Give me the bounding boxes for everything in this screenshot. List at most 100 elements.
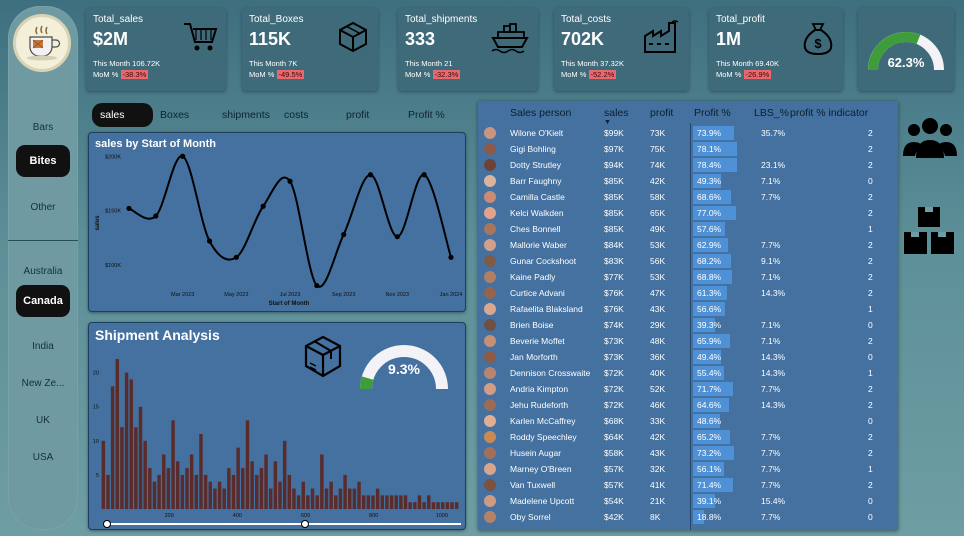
tab-profit[interactable]: profit [346,103,369,127]
cell-indicator: 0 [868,416,873,426]
cell-profit: 42K [650,432,666,442]
table-row[interactable]: Andria Kimpton $72K 52K 71.7% 7.7% 2 [478,381,898,397]
table-row[interactable]: Camilla Castle $85K 58K 68.6% 7.7% 2 [478,189,898,205]
cell-profit: 36K [650,352,666,362]
cell-sales: $74K [604,320,624,330]
table-row[interactable]: Dotty Strutley $94K 74K 78.4% 23.1% 2 [478,157,898,173]
table-row[interactable]: Oby Sorrel $42K 8K 18.8% 7.7% 0 [478,509,898,525]
y-tick-label: 15 [93,405,99,411]
shipment-bar [213,488,217,509]
header-sales[interactable]: sales [604,107,629,119]
table-row[interactable]: Barr Faughny $85K 42K 49.3% 7.1% 0 [478,173,898,189]
country-australia[interactable]: Australia [8,258,78,284]
shipment-bar [148,468,152,509]
cell-sales: $94K [604,160,624,170]
cell-profit: 21K [650,496,666,506]
header-sales-person[interactable]: Sales person [510,107,571,119]
country-usa[interactable]: USA [8,444,78,470]
sales-line-point [260,203,266,209]
sales-line-chart: $200K $150K $100K Mar 2023 May 2023 Jul 2023 S… [95,153,462,307]
table-row[interactable]: Beverie Moffet $73K 48K 65.9% 7.1% 2 [478,333,898,349]
tab-boxes[interactable]: Boxes [160,103,189,127]
cell-lbs-pct: 35.7% [761,128,786,138]
shipment-bar [124,372,129,509]
range-slider-handle-min[interactable] [103,520,111,528]
cell-indicator: 0 [868,352,873,362]
profit-gauge [868,32,944,71]
x-tick-label: May 2023 [224,292,248,298]
table-row[interactable]: Kelci Walkden $85K 65K 77.0% 2 [478,205,898,221]
table-row[interactable]: Gigi Bohling $97K 75K 78.1% 2 [478,141,898,157]
country-uk[interactable]: UK [8,407,78,433]
shipment-bar [385,495,389,509]
table-row[interactable]: Curtice Advani $76K 47K 61.3% 14.3% 2 [478,285,898,301]
country-india[interactable]: India [8,333,78,359]
shipment-bar [120,427,124,509]
table-row[interactable]: Roddy Speechley $64K 42K 65.2% 7.7% 2 [478,429,898,445]
table-row[interactable]: Madelene Upcott $54K 21K 39.1% 15.4% 0 [478,493,898,509]
avatar [484,223,496,235]
side-button-bars[interactable]: Bars [8,114,78,140]
money-bag-icon: $ [801,20,835,61]
tab-profit-pct[interactable]: Profit % [408,103,445,127]
cell-indicator: 2 [868,336,873,346]
shipment-bar [352,488,357,509]
table-row[interactable]: Karlen McCaffrey $68K 33K 48.6% 0 [478,413,898,429]
tab-costs[interactable]: costs [284,103,309,127]
country-new-zealand[interactable]: New Ze... [8,370,78,396]
cell-lbs-pct: 7.7% [761,432,781,442]
cell-lbs-pct: 7.7% [761,192,781,202]
header-profit[interactable]: profit [650,107,673,119]
kpi-mom: MoM % -52.2% [561,70,617,79]
sales-line-point [287,178,293,184]
header-profit-pct[interactable]: Profit % [694,107,731,119]
table-row[interactable]: Rafaelita Blaksland $76K 43K 56.6% 1 [478,301,898,317]
table-row[interactable]: Dennison Crosswaite $72K 40K 55.4% 14.3%… [478,365,898,381]
cell-profit: 42K [650,176,666,186]
shipment-bar [413,502,417,509]
sales-line-point [153,213,159,219]
header-lbs-pct[interactable]: LBS_% [754,107,789,119]
country-canada[interactable]: Canada [16,285,70,317]
cell-profit-pct: 55.4% [697,368,722,378]
table-row[interactable]: Gunar Cockshoot $83K 56K 68.2% 9.1% 2 [478,253,898,269]
shipment-bar [399,495,403,509]
avatar [484,511,496,523]
table-row[interactable]: Jehu Rudeforth $72K 46K 64.6% 14.3% 2 [478,397,898,413]
table-row[interactable]: Mallorie Waber $84K 53K 62.9% 7.7% 2 [478,237,898,253]
table-row[interactable]: Husein Augar $58K 43K 73.2% 7.7% 2 [478,445,898,461]
cell-sales: $72K [604,368,624,378]
y-tick-label: 5 [96,473,99,479]
range-slider-handle-max[interactable] [301,520,309,528]
table-row[interactable]: Brien Boise $74K 29K 39.3% 7.1% 0 [478,317,898,333]
table-row[interactable]: Ches Bonnell $85K 49K 57.6% 1 [478,221,898,237]
shipment-bar [324,488,329,509]
shipment-bar [255,474,259,509]
people-icon [903,116,957,165]
side-button-bites[interactable]: Bites [16,145,70,177]
shipment-bar [329,481,333,509]
table-row[interactable]: Marney O'Breen $57K 32K 56.1% 7.7% 1 [478,461,898,477]
profit-gauge-label: 62.3% [887,55,925,70]
avatar [484,239,496,251]
table-row[interactable]: Kaine Padly $77K 53K 68.8% 7.1% 2 [478,269,898,285]
cell-profit: 65K [650,208,666,218]
table-row[interactable]: Jan Morforth $73K 36K 49.4% 14.3% 0 [478,349,898,365]
cell-profit: 49K [650,224,666,234]
cell-indicator: 2 [868,400,873,410]
shipment-bar [287,474,292,509]
shipment-bar [222,488,226,509]
avatar [484,143,496,155]
tab-shipments[interactable]: shipments [222,103,270,127]
cell-lbs-pct: 7.7% [761,464,781,474]
table-row[interactable]: Wilone O'Kielt $99K 73K 73.9% 35.7% 2 [478,125,898,141]
x-tick-label: 1000 [436,513,448,519]
header-profit-indicator[interactable]: profit % indicator [790,107,868,119]
table-row[interactable]: Van Tuxwell $57K 41K 71.4% 7.7% 2 [478,477,898,493]
shipment-bar [157,474,161,509]
tab-sales[interactable]: sales [92,103,153,127]
cell-profit-pct: 71.7% [697,384,722,394]
cell-sales: $77K [604,272,624,282]
cart-icon [182,20,218,59]
side-button-other[interactable]: Other [8,194,78,220]
